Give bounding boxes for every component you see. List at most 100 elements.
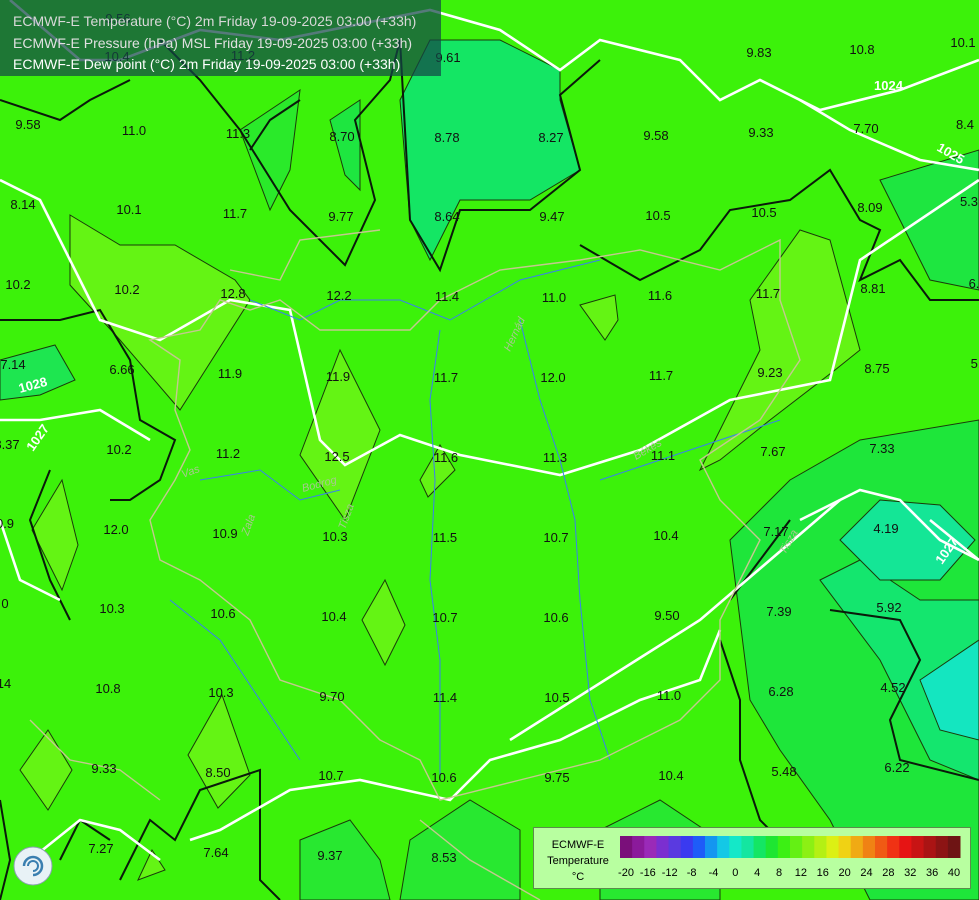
temperature-value: 5.3 xyxy=(960,194,978,209)
legend-tick-label: -8 xyxy=(687,867,697,879)
legend-swatch xyxy=(947,836,961,858)
temperature-value: 9.33 xyxy=(748,125,773,140)
temperature-value: 7.33 xyxy=(869,441,894,456)
temperature-value: 8.09 xyxy=(857,200,882,215)
temperature-value: 5.48 xyxy=(771,764,796,779)
temperature-value: 7.67 xyxy=(760,444,785,459)
temperature-value: 8.37 xyxy=(0,437,20,452)
temperature-value: 12.2 xyxy=(326,288,351,303)
legend-tick-label: -12 xyxy=(662,867,678,879)
temperature-value: 11.1 xyxy=(651,448,675,463)
temperature-value: 10.8 xyxy=(95,681,120,696)
temperature-value: 9.58 xyxy=(643,128,668,143)
temperature-value: 11.7 xyxy=(223,206,247,221)
legend-swatch xyxy=(632,836,645,858)
temperature-legend: ECMWF-E Temperature °C -20 -16 -12 -8 -4 0 4 8 1… xyxy=(533,827,971,889)
legend-tick-label: 28 xyxy=(882,867,894,879)
temperature-value: 12.5 xyxy=(324,449,349,464)
legend-swatch xyxy=(923,836,937,858)
temperature-value: 9.75 xyxy=(544,770,569,785)
temperature-value: 7.17 xyxy=(763,524,788,539)
temperature-value: 10.1 xyxy=(950,35,975,50)
legend-tick-label: -4 xyxy=(709,867,719,879)
temperature-value: 10.4 xyxy=(658,768,683,783)
temperature-value: 9.47 xyxy=(539,209,564,224)
temperature-value: 11.4 xyxy=(435,289,459,304)
temperature-value: 9.50 xyxy=(654,608,679,623)
legend-swatch xyxy=(705,836,718,858)
legend-tick-label: 32 xyxy=(904,867,916,879)
title-pressure: ECMWF-E Pressure (hPa) MSL Friday 19-09-… xyxy=(13,35,413,51)
legend-swatch xyxy=(887,836,900,858)
temperature-value: 10.7 xyxy=(432,610,457,625)
legend-tick-label: 36 xyxy=(926,867,938,879)
temperature-value: 14 xyxy=(0,676,11,691)
temperature-value: 8.81 xyxy=(860,281,885,296)
temperature-value: 11.7 xyxy=(756,286,780,301)
temperature-value: 10.3 xyxy=(99,601,124,616)
temperature-value: 10.1 xyxy=(116,202,141,217)
temperature-value: 10.2 xyxy=(5,277,30,292)
temperature-value: 11.7 xyxy=(434,370,458,385)
temperature-value: 8.70 xyxy=(329,129,354,144)
legend-swatch xyxy=(729,836,742,858)
legend-swatch xyxy=(741,836,755,858)
isobar-label: 1024 xyxy=(874,78,904,93)
temperature-value: 11.4 xyxy=(433,690,457,705)
temperature-value: 9.83 xyxy=(746,45,771,60)
temperature-value: 11.0 xyxy=(542,290,566,305)
temperature-value: 7.14 xyxy=(0,357,25,372)
temperature-value: 10.7 xyxy=(543,530,568,545)
temperature-value: 12.0 xyxy=(540,370,565,385)
temperature-value: 9.23 xyxy=(757,365,782,380)
temperature-value: 10.5 xyxy=(751,205,776,220)
temperature-value: 5.92 xyxy=(876,600,901,615)
legend-swatch xyxy=(668,836,682,858)
legend-swatch xyxy=(717,836,730,858)
legend-colorbar: -20 -16 -12 -8 -4 0 4 8 12 16 20 24 28 32 36 40 xyxy=(618,836,961,879)
temperature-value: 11.2 xyxy=(216,446,240,461)
legend-tick-label: 0 xyxy=(732,867,738,879)
legend-swatch xyxy=(680,836,694,858)
temperature-value: 11.3 xyxy=(226,126,250,141)
temperature-value: 8.75 xyxy=(864,361,889,376)
temperature-value: 9.33 xyxy=(91,761,116,776)
temperature-value: 9.70 xyxy=(319,689,344,704)
legend-tick-label: 24 xyxy=(860,867,872,879)
temperature-value: 7.70 xyxy=(853,121,878,136)
temperature-value: 10.4 xyxy=(653,528,678,543)
legend-swatch xyxy=(850,836,864,858)
title-temperature: ECMWF-E Temperature (°C) 2m Friday 19-09… xyxy=(13,13,417,29)
temperature-value: 4.52 xyxy=(880,680,905,695)
legend-swatch xyxy=(765,836,779,858)
temperature-value: 11.6 xyxy=(648,288,672,303)
legend-swatch xyxy=(814,836,827,858)
temperature-value: 10.8 xyxy=(849,42,874,57)
weather-map[interactable]: Vas Bodrog Zala Tisza Hernád Békés Tisza… xyxy=(0,0,979,900)
temperature-value: 0 xyxy=(1,596,8,611)
temperature-value: 6.66 xyxy=(109,362,134,377)
temperature-value: 0.9 xyxy=(0,516,14,531)
temperature-value: 10.7 xyxy=(318,768,343,783)
temperature-value: 9.77 xyxy=(328,209,353,224)
temperature-value: 6.22 xyxy=(884,760,909,775)
temperature-value: 11.7 xyxy=(649,368,673,383)
legend-swatch xyxy=(935,836,949,858)
temperature-value: 5. xyxy=(971,356,979,371)
legend-swatch xyxy=(899,836,912,858)
temperature-value: 10.4 xyxy=(321,609,346,624)
temperature-value: 12.0 xyxy=(103,522,128,537)
temperature-value: 11.0 xyxy=(122,123,146,138)
temperature-value: 8.53 xyxy=(431,850,456,865)
temperature-value: 11.9 xyxy=(326,369,350,384)
legend-swatch xyxy=(692,836,706,858)
temperature-value: 7.27 xyxy=(88,841,113,856)
legend-tick-label: 8 xyxy=(776,867,782,879)
legend-swatch xyxy=(790,836,803,858)
legend-title-model: ECMWF-E xyxy=(551,839,605,851)
temperature-value: 6.28 xyxy=(768,684,793,699)
temperature-value: 11.6 xyxy=(434,450,458,465)
temperature-value: 10.5 xyxy=(645,208,670,223)
legend-tick-label: 4 xyxy=(754,867,760,879)
legend-tick-label: 16 xyxy=(817,867,829,879)
